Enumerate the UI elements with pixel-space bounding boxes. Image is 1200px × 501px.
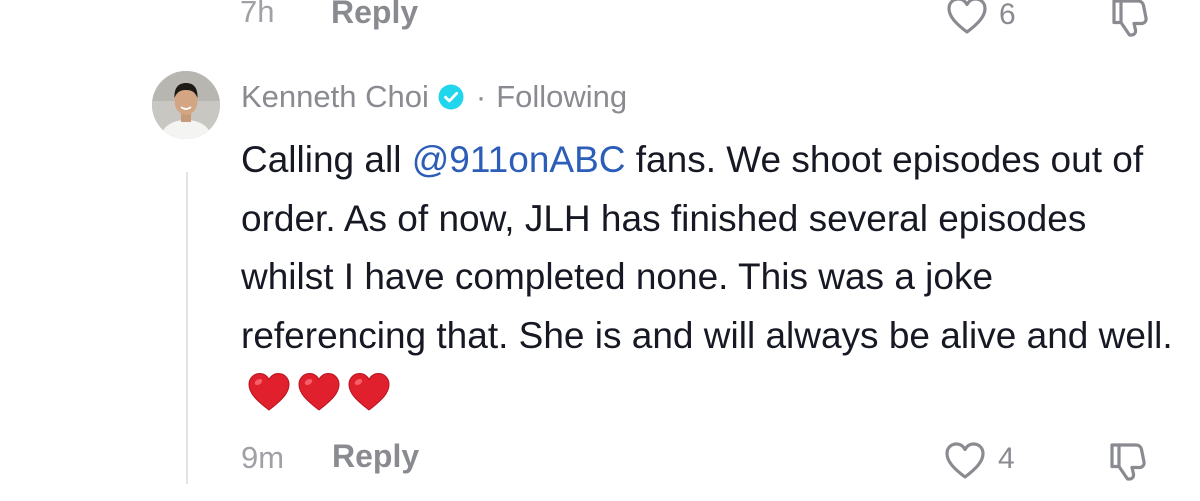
following-status[interactable]: Following [496, 79, 627, 115]
thread-line [186, 172, 188, 484]
separator-dot: · [475, 79, 487, 114]
red-heart-emoji [347, 372, 391, 412]
red-heart-emoji [297, 372, 341, 412]
comment-text-start: Calling all [241, 139, 412, 180]
comment-text: Calling all @911onABC fans. We shoot epi… [241, 131, 1186, 424]
avatar[interactable] [152, 71, 220, 139]
avatar-photo [152, 71, 220, 139]
comment-timestamp: 7h [240, 0, 275, 29]
like-count: 6 [999, 0, 1016, 31]
red-heart-emoji [247, 372, 291, 412]
thumbs-down-icon[interactable] [1108, 0, 1152, 38]
thumbs-down-icon[interactable] [1106, 438, 1150, 482]
previous-comment-actions: 7h Reply 6 [0, 0, 1200, 40]
heart-outline-icon[interactable] [946, 0, 988, 36]
verified-badge-icon [438, 84, 464, 110]
comment-meta: Kenneth Choi · Following [241, 77, 627, 117]
reply-button[interactable]: Reply [332, 438, 419, 475]
heart-outline-icon[interactable] [944, 441, 986, 481]
like-count: 4 [998, 442, 1015, 475]
username[interactable]: Kenneth Choi [241, 79, 429, 115]
mention-link[interactable]: @911onABC [412, 139, 626, 180]
reply-button[interactable]: Reply [331, 0, 418, 31]
comment-timestamp: 9m [241, 440, 285, 475]
